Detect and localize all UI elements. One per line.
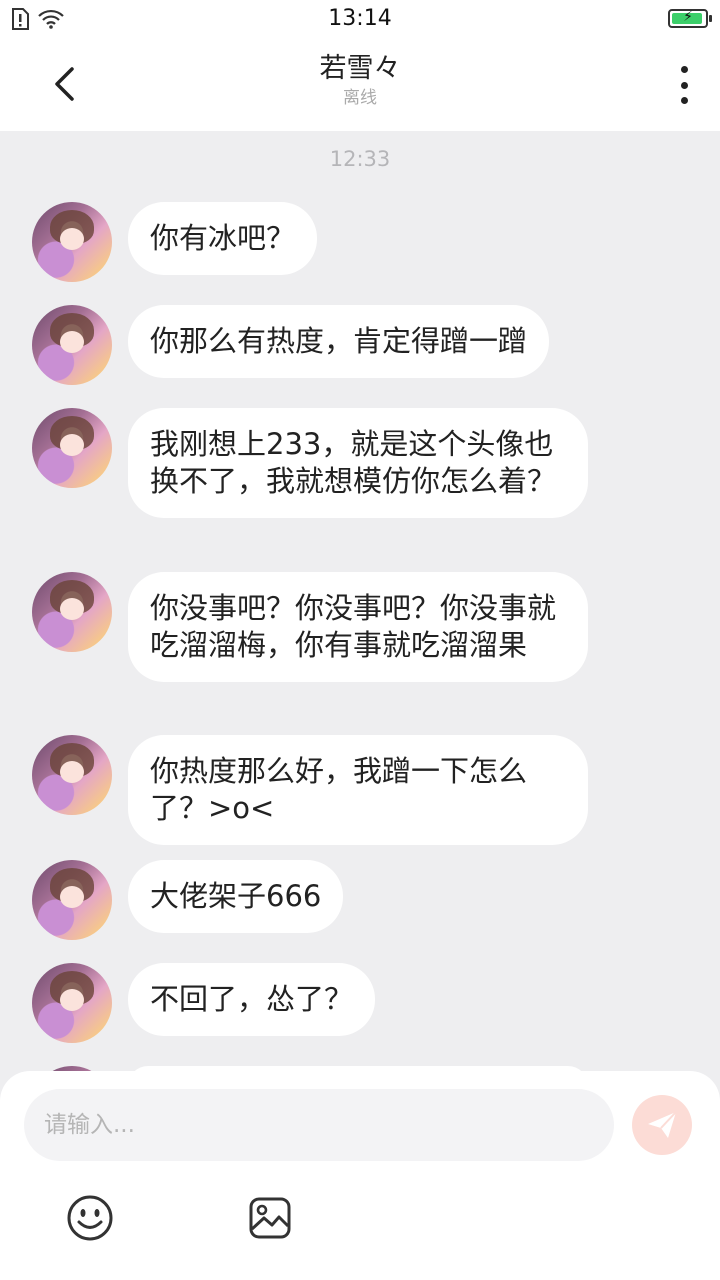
message-composer <box>0 1071 720 1280</box>
message-timestamp: 12:33 <box>329 147 391 171</box>
message-item: 大佬架子666 <box>32 860 344 940</box>
image-icon[interactable] <box>248 1196 292 1240</box>
message-item: 不回了，怂了？ <box>32 963 376 1043</box>
message-bubble[interactable]: 你有冰吧？ <box>128 202 318 275</box>
more-options-button[interactable] <box>676 66 692 104</box>
message-bubble[interactable]: 你热度那么好，我蹭一下怎么了？>o< <box>128 735 588 845</box>
contact-avatar[interactable] <box>32 735 112 815</box>
send-icon <box>648 1111 677 1138</box>
chat-header: 若雪々 离线 <box>0 38 720 131</box>
contact-avatar[interactable] <box>32 963 112 1043</box>
chat-messages[interactable]: 12:33 你有冰吧？ 你那么有热度，肯定得蹭一蹭 我刚想上233，就是这个头像… <box>0 131 720 1076</box>
message-item: 你那么有热度，肯定得蹭一蹭 <box>32 305 550 385</box>
status-bar: 13:14 ⚡ <box>0 0 720 38</box>
message-item: 你热度那么好，我蹭一下怎么了？>o< <box>32 735 588 845</box>
send-button[interactable] <box>632 1095 692 1155</box>
contact-avatar[interactable] <box>32 408 112 488</box>
message-item: 你有冰吧？ <box>32 202 318 282</box>
contact-avatar[interactable] <box>32 202 112 282</box>
message-item: 我刚想上233，就是这个头像也换不了，我就想模仿你怎么着？ <box>32 408 588 518</box>
status-time: 13:14 <box>328 6 392 31</box>
message-bubble[interactable]: 大佬架子666 <box>128 860 344 933</box>
message-bubble[interactable]: 不回了，怂了？ <box>128 963 376 1036</box>
message-bubble[interactable]: 我刚想上233，就是这个头像也换不了，我就想模仿你怎么着？ <box>128 408 588 518</box>
contact-avatar[interactable] <box>32 860 112 940</box>
message-item: 你没事吧？你没事吧？你没事就吃溜溜梅，你有事就吃溜溜果 <box>32 572 588 682</box>
message-bubble[interactable]: 你那么有热度，肯定得蹭一蹭 <box>128 305 550 378</box>
message-input[interactable] <box>24 1089 614 1161</box>
battery-charging-icon: ⚡ <box>668 9 712 28</box>
contact-avatar[interactable] <box>32 572 112 652</box>
message-bubble[interactable]: 你没事吧？你没事吧？你没事就吃溜溜梅，你有事就吃溜溜果 <box>128 572 588 682</box>
more-vertical-icon <box>680 66 688 73</box>
header-title: 若雪々 离线 <box>0 52 720 110</box>
charging-bolt-icon: ⚡ <box>683 9 693 25</box>
contact-avatar[interactable] <box>32 305 112 385</box>
contact-name: 若雪々 <box>319 53 401 84</box>
emoji-icon[interactable] <box>66 1194 114 1242</box>
contact-status: 离线 <box>343 88 377 108</box>
